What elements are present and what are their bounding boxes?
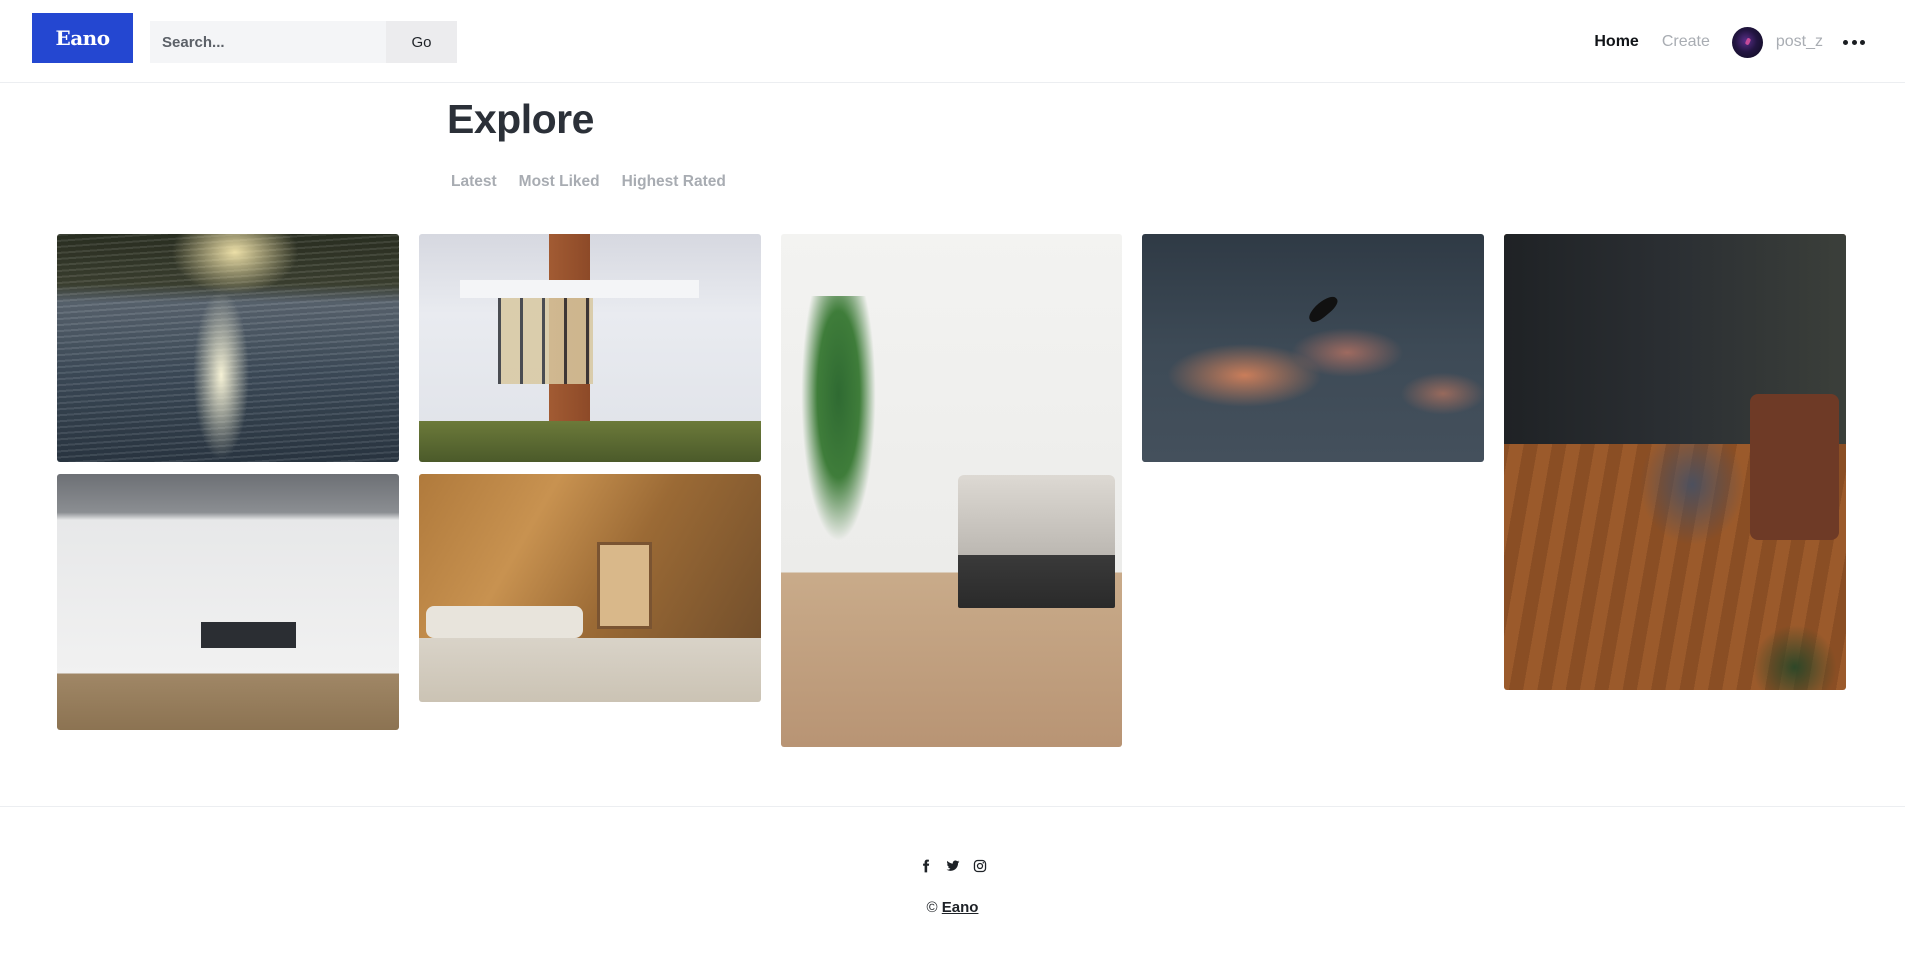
photo-card-cabin[interactable]	[419, 474, 761, 702]
tab-latest[interactable]: Latest	[451, 173, 497, 191]
photo-card-bird-sky[interactable]	[1142, 234, 1484, 462]
username-link[interactable]: post_z	[1776, 33, 1823, 51]
nav-create-link[interactable]: Create	[1662, 33, 1710, 51]
photo-card-living-room[interactable]	[1504, 234, 1846, 690]
social-links	[0, 859, 1905, 873]
search-input[interactable]	[150, 21, 386, 63]
sort-tabs: Latest Most Liked Highest Rated	[451, 173, 748, 191]
photo-card-lake[interactable]	[57, 234, 399, 462]
copyright-symbol: ©	[926, 899, 938, 916]
instagram-icon[interactable]	[973, 859, 987, 873]
dot	[1860, 39, 1865, 45]
twitter-icon[interactable]	[946, 859, 960, 873]
footer-brand-link[interactable]: Eano	[942, 899, 979, 916]
copyright-line: © Eano	[0, 899, 1905, 916]
brand-logo[interactable]: Eano	[32, 13, 133, 63]
photo-card-dining-room[interactable]	[57, 474, 399, 730]
footer: © Eano	[0, 806, 1905, 961]
user-avatar[interactable]	[1731, 26, 1763, 58]
dot	[1851, 39, 1857, 45]
dot	[1843, 39, 1848, 45]
photo-card-modern-house[interactable]	[419, 234, 761, 462]
top-navbar: Eano Go Home Create post_z	[0, 0, 1905, 83]
page-title: Explore	[447, 96, 594, 142]
search-go-button[interactable]: Go	[386, 21, 457, 63]
photo-card-plant-room[interactable]	[781, 234, 1122, 747]
more-options-icon[interactable]	[1843, 32, 1865, 52]
search-bar: Go	[150, 21, 457, 63]
nav-home-link[interactable]: Home	[1594, 33, 1638, 51]
tab-highest-rated[interactable]: Highest Rated	[622, 173, 726, 191]
main-nav: Home Create post_z	[1594, 25, 1865, 59]
tab-most-liked[interactable]: Most Liked	[519, 173, 600, 191]
facebook-icon[interactable]	[919, 859, 933, 873]
